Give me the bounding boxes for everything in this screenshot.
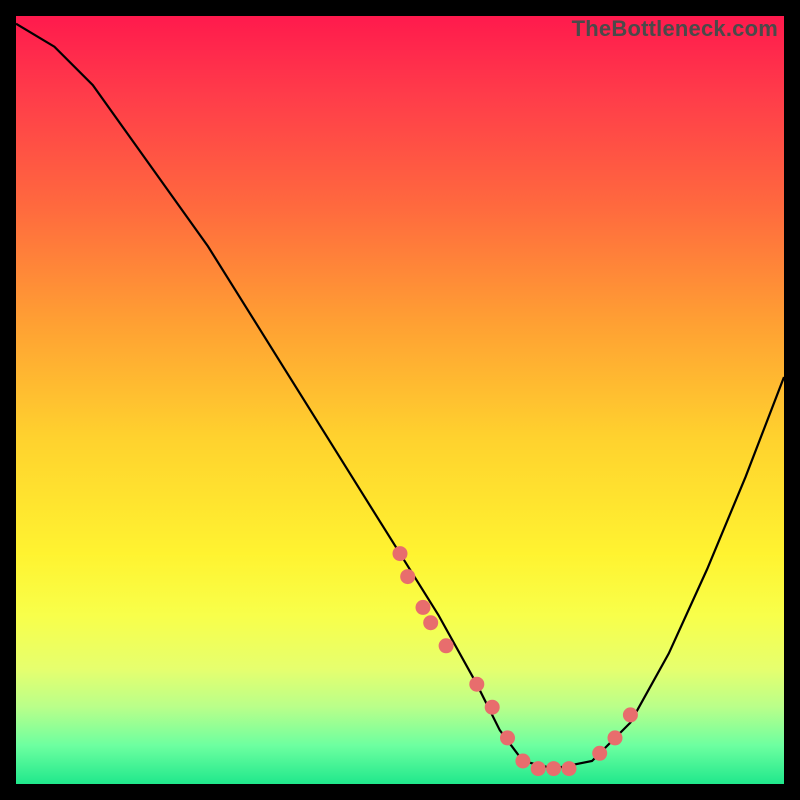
scatter-dot xyxy=(546,761,561,776)
scatter-dot xyxy=(469,677,484,692)
scatter-dot xyxy=(623,707,638,722)
scatter-dot xyxy=(485,700,500,715)
scatter-dot xyxy=(423,615,438,630)
scatter-dot xyxy=(608,730,623,745)
scatter-dot xyxy=(393,546,408,561)
scatter-points xyxy=(393,546,638,776)
bottleneck-curve xyxy=(16,24,784,769)
scatter-dot xyxy=(531,761,546,776)
outer-frame: TheBottleneck.com xyxy=(0,0,800,800)
plot-area: TheBottleneck.com xyxy=(16,16,784,784)
scatter-dot xyxy=(500,730,515,745)
scatter-dot xyxy=(416,600,431,615)
scatter-dot xyxy=(562,761,577,776)
scatter-dot xyxy=(515,754,530,769)
scatter-dot xyxy=(592,746,607,761)
chart-svg xyxy=(16,16,784,784)
scatter-dot xyxy=(439,638,454,653)
scatter-dot xyxy=(400,569,415,584)
